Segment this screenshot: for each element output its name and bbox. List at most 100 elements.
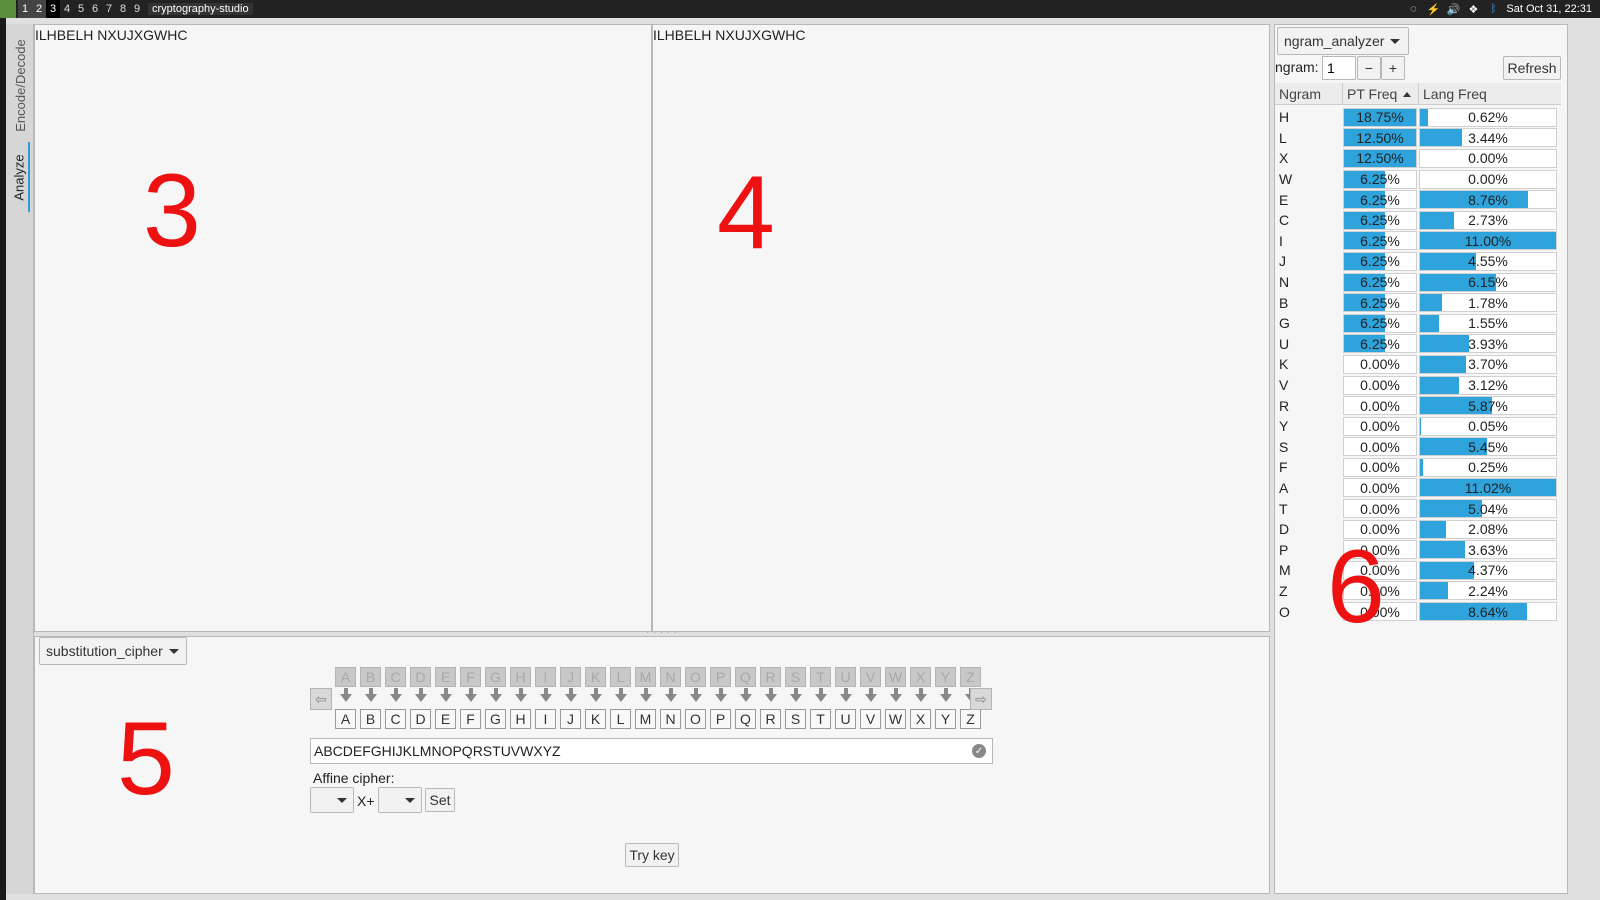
frequency-value: 6.25%: [1360, 294, 1400, 311]
key-letter[interactable]: X: [910, 709, 931, 729]
table-row[interactable]: R 0.00% 5.87%: [1275, 395, 1561, 416]
key-letter[interactable]: D: [410, 709, 431, 729]
pt-freq-cell: 6.25%: [1343, 231, 1417, 251]
power-icon[interactable]: ⚡: [1426, 2, 1441, 16]
ngram-cell: T: [1279, 500, 1288, 517]
table-row[interactable]: I 6.25% 11.00%: [1275, 231, 1561, 252]
key-letter[interactable]: B: [360, 709, 381, 729]
table-row[interactable]: M 0.00% 4.37%: [1275, 560, 1561, 581]
table-row[interactable]: J 6.25% 4.55%: [1275, 251, 1561, 272]
table-row[interactable]: D 0.00% 2.08%: [1275, 519, 1561, 540]
frequency-value: 6.25%: [1360, 253, 1400, 270]
workspace-button[interactable]: 4: [60, 0, 74, 18]
source-letter: L: [610, 667, 631, 687]
volume-icon[interactable]: 🔊: [1446, 2, 1461, 16]
table-row[interactable]: H 18.75% 0.62%: [1275, 107, 1561, 128]
table-row[interactable]: K 0.00% 3.70%: [1275, 354, 1561, 375]
table-row[interactable]: L 12.50% 3.44%: [1275, 128, 1561, 149]
workspace-button[interactable]: 9: [130, 0, 144, 18]
check-icon: ✓: [972, 744, 986, 758]
ngram-cell: I: [1279, 232, 1283, 249]
plaintext-editor[interactable]: ILHBELH NXUJXGWHC 4: [652, 24, 1270, 632]
shift-left-button[interactable]: ⇦: [310, 688, 332, 710]
key-letter[interactable]: E: [435, 709, 456, 729]
network-icon[interactable]: ◌: [1406, 2, 1420, 16]
key-letter[interactable]: Y: [935, 709, 956, 729]
key-letter[interactable]: L: [610, 709, 631, 729]
table-row[interactable]: U 6.25% 3.93%: [1275, 334, 1561, 355]
key-letter[interactable]: S: [785, 709, 806, 729]
source-letter: P: [710, 667, 731, 687]
refresh-button[interactable]: Refresh: [1503, 56, 1561, 80]
workspace-button[interactable]: 2: [32, 0, 46, 18]
ciphertext-editor[interactable]: ILHBELH NXUJXGWHC 3: [34, 24, 652, 632]
cipher-selector[interactable]: substitution_cipher: [39, 637, 187, 665]
key-letter[interactable]: R: [760, 709, 781, 729]
affine-b-select[interactable]: [378, 787, 422, 813]
key-letter[interactable]: J: [560, 709, 581, 729]
key-letter[interactable]: N: [660, 709, 681, 729]
source-letter: Z: [960, 667, 981, 687]
key-input[interactable]: ABCDEFGHIJKLMNOPQRSTUVWXYZ ✓: [310, 738, 993, 764]
key-letter[interactable]: A: [335, 709, 356, 729]
key-letter[interactable]: F: [460, 709, 481, 729]
ngram-input[interactable]: 1: [1322, 56, 1356, 80]
table-row[interactable]: P 0.00% 3.63%: [1275, 539, 1561, 560]
key-letter[interactable]: G: [485, 709, 506, 729]
workspace-button[interactable]: 7: [102, 0, 116, 18]
tab-encode-decode[interactable]: Encode/Decode: [10, 30, 30, 140]
frequency-value: 18.75%: [1356, 109, 1404, 126]
table-row[interactable]: C 6.25% 2.73%: [1275, 210, 1561, 231]
key-letter[interactable]: K: [585, 709, 606, 729]
try-key-button[interactable]: Try key: [625, 843, 679, 867]
workspace-button[interactable]: 6: [88, 0, 102, 18]
tab-analyze[interactable]: Analyze: [10, 142, 30, 212]
arrow-right-icon: ⇨: [975, 690, 987, 707]
table-row[interactable]: O 0.00% 8.64%: [1275, 601, 1561, 622]
table-row[interactable]: B 6.25% 1.78%: [1275, 292, 1561, 313]
shift-right-button[interactable]: ⇨: [970, 688, 992, 710]
key-letter[interactable]: Q: [735, 709, 756, 729]
set-button[interactable]: Set: [425, 788, 455, 812]
table-row[interactable]: W 6.25% 0.00%: [1275, 169, 1561, 190]
workspace-button[interactable]: 1: [18, 0, 32, 18]
table-row[interactable]: Y 0.00% 0.05%: [1275, 416, 1561, 437]
pt-freq-cell: 0.00%: [1343, 416, 1417, 436]
column-header-ngram[interactable]: Ngram: [1275, 83, 1343, 105]
workspace-button[interactable]: 8: [116, 0, 130, 18]
table-row[interactable]: T 0.00% 5.04%: [1275, 498, 1561, 519]
table-row[interactable]: V 0.00% 3.12%: [1275, 375, 1561, 396]
table-row[interactable]: E 6.25% 8.76%: [1275, 189, 1561, 210]
key-letter[interactable]: I: [535, 709, 556, 729]
frequency-value: 0.00%: [1360, 479, 1400, 496]
table-row[interactable]: S 0.00% 5.45%: [1275, 437, 1561, 458]
table-row[interactable]: N 6.25% 6.15%: [1275, 272, 1561, 293]
key-letter[interactable]: H: [510, 709, 531, 729]
table-row[interactable]: A 0.00% 11.02%: [1275, 478, 1561, 499]
frequency-value: 6.25%: [1360, 191, 1400, 208]
analyzer-selector[interactable]: ngram_analyzer: [1277, 27, 1409, 55]
key-letter[interactable]: Z: [960, 709, 981, 729]
column-header-pt-freq[interactable]: PT Freq: [1343, 83, 1419, 105]
table-row[interactable]: Z 0.00% 2.24%: [1275, 581, 1561, 602]
key-letter[interactable]: C: [385, 709, 406, 729]
workspace-button[interactable]: 5: [74, 0, 88, 18]
column-header-lang-freq[interactable]: Lang Freq: [1419, 83, 1561, 105]
table-row[interactable]: X 12.50% 0.00%: [1275, 148, 1561, 169]
workspace-button[interactable]: 3: [46, 0, 60, 18]
table-row[interactable]: F 0.00% 0.25%: [1275, 457, 1561, 478]
dropbox-icon[interactable]: ❖: [1466, 2, 1480, 16]
ngram-decrement-button[interactable]: −: [1357, 56, 1381, 80]
key-letter[interactable]: W: [885, 709, 906, 729]
ngram-increment-button[interactable]: +: [1381, 56, 1405, 80]
key-letter[interactable]: O: [685, 709, 706, 729]
table-row[interactable]: G 6.25% 1.55%: [1275, 313, 1561, 334]
arrow-down-icon: [335, 688, 356, 706]
key-letter[interactable]: P: [710, 709, 731, 729]
key-letter[interactable]: U: [835, 709, 856, 729]
key-letter[interactable]: M: [635, 709, 656, 729]
bluetooth-icon[interactable]: ᛒ: [1486, 2, 1500, 16]
affine-a-select[interactable]: [310, 787, 354, 813]
key-letter[interactable]: T: [810, 709, 831, 729]
key-letter[interactable]: V: [860, 709, 881, 729]
